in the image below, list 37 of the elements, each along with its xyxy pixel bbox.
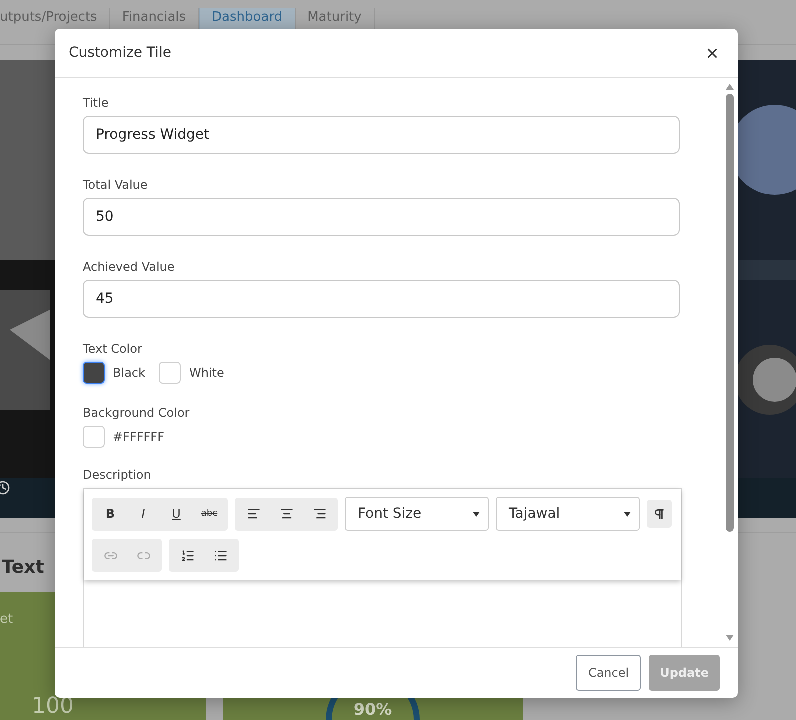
- tile-value: 100: [31, 694, 74, 719]
- color-value: #FFFFFF: [113, 430, 164, 444]
- caret-icon: [473, 512, 480, 516]
- tile-label: et: [0, 611, 14, 627]
- cancel-button[interactable]: Cancel: [576, 655, 642, 691]
- caret-icon: [624, 512, 631, 516]
- dropdown[interactable]: Tajawal: [496, 497, 640, 531]
- swatch-label: Black: [113, 366, 146, 380]
- bold-button[interactable]: B: [94, 498, 127, 530]
- field-label: Background Color: [83, 406, 190, 420]
- bullet-list-icon: [214, 548, 228, 562]
- field-label: Description: [83, 468, 152, 482]
- strike-button[interactable]: abc: [193, 498, 226, 530]
- underline-button[interactable]: U: [160, 498, 193, 530]
- text-direction-button[interactable]: [647, 500, 672, 528]
- text-editor[interactable]: B I U abc Font Size Tajawal: [83, 488, 682, 647]
- field-label: Achieved Value: [83, 260, 175, 274]
- field-label: Total Value: [83, 178, 148, 192]
- dropdown[interactable]: Font Size: [345, 497, 489, 531]
- align-center-icon: [280, 507, 294, 521]
- input-field[interactable]: Progress Widget: [83, 116, 680, 154]
- color-swatch[interactable]: [83, 362, 105, 384]
- section-heading: Text: [1, 557, 46, 578]
- italic-button[interactable]: I: [127, 498, 160, 530]
- field-label: Title: [83, 96, 109, 110]
- pilcrow-icon: [653, 508, 666, 520]
- align-left-icon: [246, 507, 260, 521]
- color-swatch[interactable]: [159, 362, 182, 384]
- align-right-icon: [312, 507, 326, 521]
- field-label: Text Color: [83, 342, 142, 356]
- dialog-title: Customize Tile: [69, 45, 172, 61]
- color-swatch[interactable]: [83, 426, 105, 448]
- input-field[interactable]: 50: [83, 198, 680, 236]
- swatch-label: White: [189, 366, 224, 380]
- input-field[interactable]: 45: [83, 280, 680, 318]
- numbered-list-icon: [180, 548, 194, 562]
- donut-value: 90%: [354, 700, 392, 719]
